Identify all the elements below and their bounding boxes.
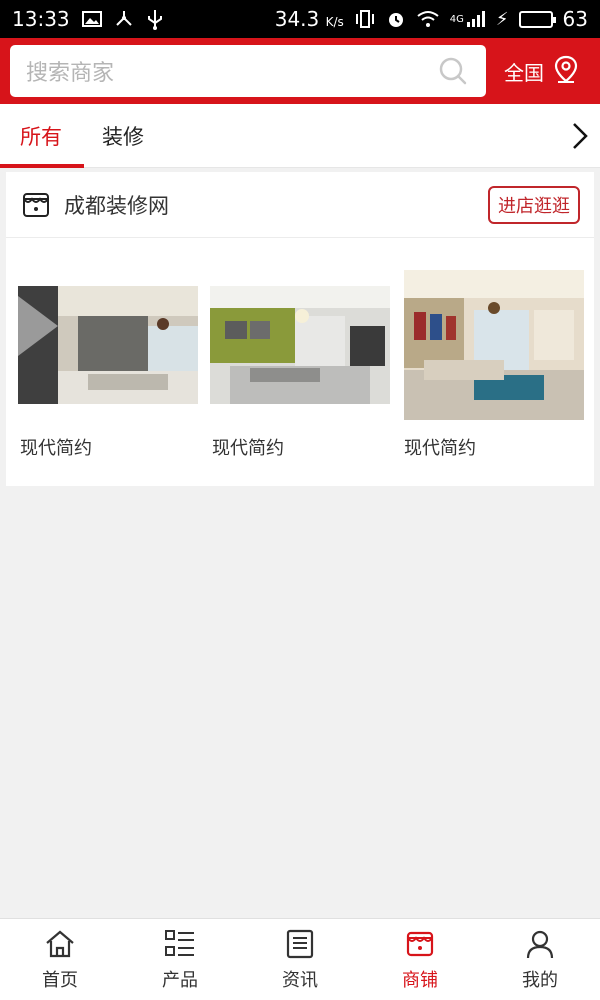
status-bar: 13:33 34.3 K/s 4G ⚡ 63 [0, 0, 600, 38]
search-icon[interactable] [436, 54, 470, 88]
store-icon [404, 928, 436, 960]
signal-icon: 4G [450, 10, 486, 28]
nav-news[interactable]: 资讯 [240, 919, 360, 1000]
nav-label: 首页 [42, 969, 78, 991]
product-name[interactable]: 现代简约 [404, 434, 476, 460]
list-icon [164, 928, 196, 960]
nav-label: 产品 [162, 969, 198, 991]
battery-icon [518, 10, 556, 28]
nav-stores[interactable]: 商铺 [360, 919, 480, 1000]
vibrate-icon [354, 9, 376, 29]
product-list: 现代简约 现代简约 现代简约 [6, 238, 594, 484]
network-speed: 34.3 K/s [274, 7, 344, 31]
product-image[interactable] [210, 286, 390, 404]
nav-label: 资讯 [282, 969, 318, 991]
search-box[interactable]: 搜索商家 [10, 45, 486, 97]
tab-all[interactable]: 所有 [0, 104, 84, 168]
product-item[interactable]: 现代简约 [12, 238, 204, 484]
nav-label: 我的 [522, 969, 558, 991]
shop-name[interactable]: 成都装修网 [64, 190, 169, 220]
region-selector[interactable]: 全国 [504, 54, 580, 89]
battery-percent: 63 [562, 7, 588, 31]
product-item[interactable]: 现代简约 [396, 238, 588, 484]
shop-header: 成都装修网 进店逛逛 [6, 172, 594, 238]
alarm-icon [386, 9, 406, 29]
nav-products[interactable]: 产品 [120, 919, 240, 1000]
region-label: 全国 [504, 60, 544, 85]
product-image[interactable] [18, 286, 198, 404]
home-icon [44, 928, 76, 960]
share-icon [114, 9, 134, 29]
search-header: 搜索商家 全国 [0, 38, 600, 104]
shop-card: 成都装修网 进店逛逛 现代简约 现代简约 现代简约 [6, 172, 594, 486]
location-pin-icon [552, 54, 580, 89]
charging-icon: ⚡ [495, 8, 509, 30]
status-time: 13:33 [12, 7, 70, 31]
product-image[interactable] [404, 270, 584, 420]
store-icon [20, 189, 52, 221]
bottom-nav: 首页 产品 资讯 商铺 我的 [0, 918, 600, 1000]
usb-icon [146, 8, 164, 30]
image-icon [81, 10, 102, 28]
category-tabs: 所有 装修 [0, 104, 600, 168]
nav-home[interactable]: 首页 [0, 919, 120, 1000]
wifi-icon [416, 10, 440, 28]
nav-profile[interactable]: 我的 [480, 919, 600, 1000]
search-input[interactable]: 搜索商家 [26, 55, 436, 87]
product-name[interactable]: 现代简约 [212, 434, 284, 460]
product-name[interactable]: 现代简约 [20, 434, 92, 460]
chevron-right-icon[interactable] [560, 104, 600, 168]
nav-label: 商铺 [402, 969, 438, 991]
user-icon [524, 928, 556, 960]
news-icon [284, 928, 316, 960]
enter-shop-button[interactable]: 进店逛逛 [488, 185, 580, 224]
tab-decoration[interactable]: 装修 [82, 104, 164, 168]
product-item[interactable]: 现代简约 [204, 238, 396, 484]
